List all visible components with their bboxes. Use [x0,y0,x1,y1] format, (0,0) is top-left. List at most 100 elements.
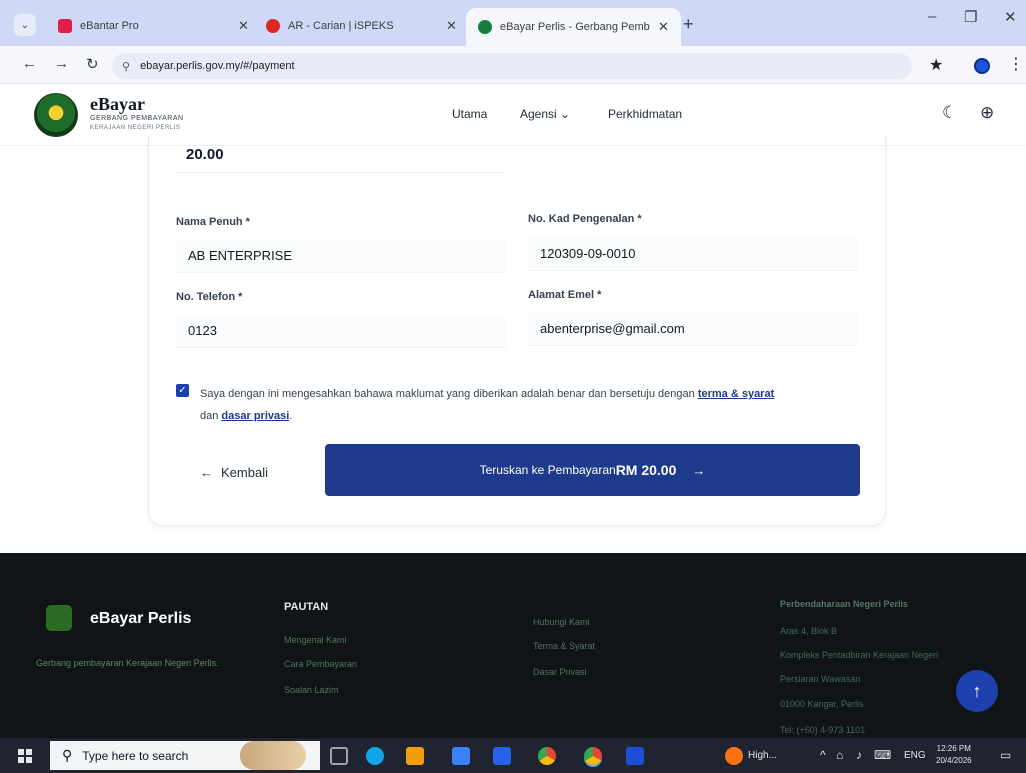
privacy-link[interactable]: dasar privasi [221,410,289,422]
consent-text: Saya dengan ini mengesahkan bahawa maklu… [200,383,860,427]
proceed-to-payment-button[interactable]: Teruskan ke Pembayaran RM 20.00 → [325,444,860,496]
tab-favicon-icon [266,19,280,33]
chevron-down-icon: ⌄ [560,107,571,121]
scroll-to-top-button[interactable]: ↑ [956,670,998,712]
tab-favicon-icon [478,20,492,34]
close-icon[interactable]: ✕ [658,19,669,35]
footer-link-privacy[interactable]: Dasar Privasi [533,667,587,677]
ic-number-field[interactable]: 120309-09-0010 [528,237,858,271]
tab-title: eBayar Perlis - Gerbang Pemba [500,21,650,33]
brand-subtitle: GERBANG PEMBAYARAN [90,115,184,122]
edge-icon[interactable] [366,747,384,765]
divider [176,172,506,173]
dark-mode-icon[interactable]: ☾ [942,103,957,123]
chrome-icon[interactable] [538,747,556,765]
address-bar[interactable]: ⚲ ebayar.perlis.gov.my/#/payment [112,53,912,79]
calculator-icon[interactable] [452,747,470,765]
tab-title: AR - Carian | iSPEKS [288,20,394,32]
url-text: ebayar.perlis.gov.my/#/payment [140,60,295,72]
site-info-icon[interactable]: ⚲ [122,60,130,73]
windows-start-icon[interactable] [18,749,32,763]
reload-icon[interactable]: ↻ [86,55,99,73]
arrow-up-icon: ↑ [972,680,982,701]
footer-description: Gerbang pembayaran Kerajaan Negeri Perli… [36,658,219,668]
back-label: Kembali [221,464,268,480]
footer-link-terms[interactable]: Terma & Syarat [533,641,595,651]
footer-link-faq[interactable]: Soalan Lazim [284,685,339,695]
tab-search-button[interactable]: ⌄ [14,14,36,36]
consent-suffix: . [289,410,293,422]
windows-taskbar: ⚲ Type here to search High... ^ ⌂ ♪ ⌨ EN… [0,738,1026,773]
clock-time: 12:26 PM [936,744,971,753]
nav-agency[interactable]: Agensi ⌄ [520,107,570,121]
browser-tab-3-active[interactable]: eBayar Perlis - Gerbang Pemba ✕ [466,8,681,46]
browser-toolbar: ← → ↻ ⚲ ebayar.perlis.gov.my/#/payment ★… [0,46,1026,84]
footer-link-contact[interactable]: Hubungi Kami [533,617,590,627]
back-button[interactable]: ← Kembali [200,458,268,486]
network-icon[interactable]: ⌂ [836,748,843,762]
footer-brand: eBayar Perlis [90,610,192,627]
email-field[interactable]: abenterprise@gmail.com [528,312,858,346]
bookmark-star-icon[interactable]: ★ [929,55,943,75]
brand-name: eBayar [90,94,145,114]
clock-date: 20/4/2026 [936,756,972,765]
footer-address-heading: Perbendaharaan Negeri Perlis [780,599,909,609]
weather-text[interactable]: High... [748,750,777,761]
profile-avatar[interactable] [974,58,990,74]
notification-icon[interactable]: ▭ [1000,748,1011,762]
new-tab-button[interactable]: + [683,14,694,35]
language-indicator[interactable]: ENG [904,750,926,761]
close-window-icon[interactable]: ✕ [1004,8,1017,26]
search-icon: ⚲ [62,747,73,763]
browser-tab-2[interactable]: AR - Carian | iSPEKS ✕ [254,9,469,43]
perlis-crest-logo[interactable] [34,93,78,137]
restore-icon[interactable]: ❐ [964,8,977,26]
tab-title: eBantar Pro [80,20,139,32]
brand-subtitle-2: KERAJAAN NEGERI PERLIS [90,125,181,131]
volume-icon[interactable]: ♪ [856,748,862,762]
payment-page: 20.00 Nama Penuh * AB ENTERPRISE No. Kad… [0,136,1026,553]
email-label: Alamat Emel * [528,289,602,301]
arrow-right-icon: → [692,462,706,478]
forward-arrow-icon[interactable]: → [54,55,69,72]
file-explorer-icon[interactable] [406,747,424,765]
footer-address-line: Kompleks Pentadbiran Kerajaan Negeri [780,650,939,660]
taskbar-clock[interactable]: 12:26 PM 20/4/2026 [936,743,972,767]
keyboard-icon[interactable]: ⌨ [874,748,891,762]
phone-field[interactable]: 0123 [176,314,506,348]
browser-tab-1[interactable]: eBantar Pro ✕ [46,9,261,43]
terms-link[interactable]: terma & syarat [698,388,774,400]
store-icon[interactable] [493,747,511,765]
word-icon[interactable] [626,747,644,765]
nav-services[interactable]: Perkhidmatan [608,107,682,121]
consent-mid: dan [200,410,219,422]
language-globe-icon[interactable]: ⊕ [980,103,994,123]
consent-prefix: Saya dengan ini mengesahkan bahawa maklu… [200,388,695,400]
pay-amount: RM 20.00 [615,462,677,478]
back-arrow-icon[interactable]: ← [22,55,37,72]
browser-menu-icon[interactable]: ⋮ [1008,54,1024,74]
phone-label: No. Telefon * [176,291,243,303]
tray-chevron-icon[interactable]: ^ [820,748,826,762]
site-footer: eBayar Perlis Gerbang pembayaran Kerajaa… [0,553,1026,738]
footer-logo [46,605,72,631]
full-name-field[interactable]: AB ENTERPRISE [176,239,506,273]
close-icon[interactable]: ✕ [446,18,457,34]
minimize-icon[interactable]: – [928,8,936,25]
chrome-icon-active[interactable] [584,747,602,765]
footer-address-line: Aras 4, Blok B [780,626,838,636]
nav-home[interactable]: Utama [452,107,487,121]
close-icon[interactable]: ✕ [238,18,249,34]
pay-label: Teruskan ke Pembayaran [479,463,616,477]
browser-tab-strip: ⌄ eBantar Pro ✕ AR - Carian | iSPEKS ✕ e… [0,0,1026,46]
footer-link-about[interactable]: Mengenai Kami [284,635,347,645]
task-view-icon[interactable] [330,747,348,765]
weather-icon[interactable] [725,747,743,765]
ic-number-label: No. Kad Pengenalan * [528,213,642,225]
footer-phone-line: Tel: (+60) 4-973 1101 [780,725,866,735]
consent-checkbox[interactable]: ✓ [176,384,189,397]
footer-link-how-to-pay[interactable]: Cara Pembayaran [284,659,357,669]
search-highlight-image[interactable] [240,741,306,770]
footer-address-line: 01000 Kangar, Perlis [780,699,864,709]
arrow-left-icon: ← [200,464,213,480]
